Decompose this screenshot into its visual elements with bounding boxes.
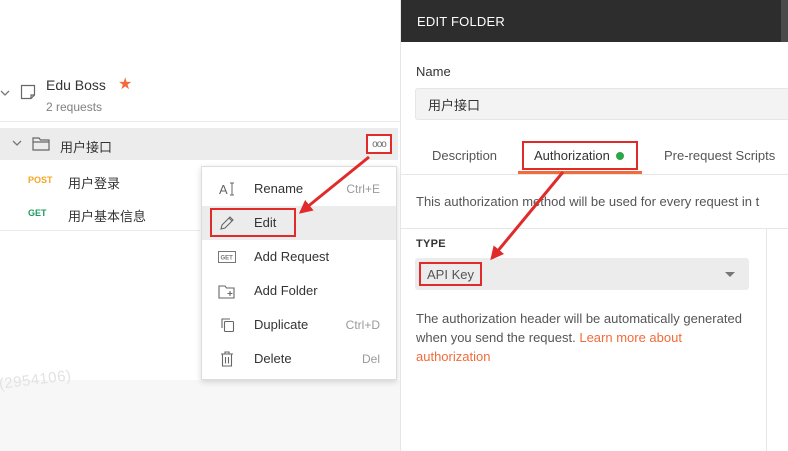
- status-dot-icon: [615, 151, 624, 160]
- menu-item-label: Add Request: [254, 249, 330, 264]
- menu-item-delete[interactable]: Delete Del: [202, 342, 396, 376]
- menu-item-shortcut: Ctrl+E: [346, 182, 380, 196]
- pencil-icon: [218, 214, 236, 232]
- request-item[interactable]: GET 用户基本信息: [0, 199, 200, 229]
- auth-type-label: TYPE: [416, 238, 446, 250]
- menu-item-add-folder[interactable]: Add Folder: [202, 274, 396, 308]
- name-field-label: Name: [416, 64, 451, 79]
- auth-help-text: The authorization header will be automat…: [416, 309, 756, 366]
- menu-item-rename[interactable]: A Rename Ctrl+E: [202, 172, 396, 206]
- text-cursor-icon: A: [218, 180, 236, 198]
- duplicate-icon: [218, 316, 236, 334]
- auth-type-value: API Key: [419, 262, 482, 286]
- request-name: 用户基本信息: [68, 209, 147, 224]
- menu-item-label: Rename: [254, 181, 304, 196]
- chevron-down-icon[interactable]: [0, 89, 10, 97]
- menu-item-shortcut: Del: [361, 352, 380, 366]
- tab-description[interactable]: Description: [432, 148, 497, 163]
- more-actions-button[interactable]: ooo: [366, 134, 392, 154]
- dialog-title: EDIT FOLDER: [417, 14, 505, 29]
- authorization-description: This authorization method will be used f…: [416, 194, 760, 209]
- folder-name-input[interactable]: [415, 88, 788, 120]
- menu-item-duplicate[interactable]: Duplicate Ctrl+D: [202, 308, 396, 342]
- menu-item-label: Duplicate: [254, 317, 309, 332]
- folder-plus-icon: [218, 282, 236, 300]
- trash-icon: [218, 350, 236, 368]
- menu-item-label: Edit: [254, 215, 277, 230]
- menu-item-shortcut: Ctrl+D: [345, 318, 380, 332]
- sidebar-empty-area: [0, 380, 400, 451]
- get-badge-text: GET: [221, 256, 234, 262]
- star-icon[interactable]: ★: [118, 74, 132, 94]
- method-badge: POST: [28, 175, 53, 185]
- edit-folder-dialog: EDIT FOLDER Name Description Authorizati…: [400, 0, 788, 451]
- folder-context-menu: A Rename Ctrl+E Edit GET Add Request Add…: [201, 166, 397, 380]
- collection-request-count: 2 requests: [46, 100, 103, 114]
- chevron-down-icon: [725, 272, 735, 277]
- tab-pre-request-scripts[interactable]: Pre-request Scripts: [664, 148, 775, 163]
- folder-name: 用户接口: [60, 140, 113, 155]
- menu-item-label: Add Folder: [254, 283, 318, 298]
- divider: [401, 228, 788, 229]
- collection-item[interactable]: Edu Boss ★ 2 requests: [0, 62, 400, 122]
- collection-icon: [20, 84, 36, 100]
- dialog-header: EDIT FOLDER: [401, 0, 788, 42]
- divider: [766, 228, 767, 451]
- collections-sidebar: (2954106) Edu Boss ★ 2 requests 用户接口 ooo…: [0, 0, 400, 451]
- folder-icon: [32, 137, 50, 151]
- divider: [0, 230, 200, 231]
- divider: [401, 174, 788, 175]
- method-badge: GET: [28, 208, 47, 218]
- header-scrollbar[interactable]: [781, 0, 788, 42]
- menu-item-add-request[interactable]: GET Add Request: [202, 240, 396, 274]
- collection-name: Edu Boss: [46, 77, 106, 93]
- folder-item[interactable]: 用户接口 ooo: [0, 128, 398, 160]
- request-name: 用户登录: [68, 176, 121, 191]
- request-item[interactable]: POST 用户登录: [0, 166, 200, 196]
- tab-authorization[interactable]: Authorization: [522, 141, 638, 170]
- menu-item-label: Delete: [254, 351, 292, 366]
- menu-item-edit[interactable]: Edit: [202, 206, 396, 240]
- chevron-down-icon[interactable]: [12, 139, 22, 147]
- get-badge-icon: GET: [218, 248, 236, 266]
- tab-authorization-label: Authorization: [534, 148, 610, 163]
- auth-type-select[interactable]: API Key: [415, 258, 749, 290]
- svg-text:A: A: [219, 182, 228, 197]
